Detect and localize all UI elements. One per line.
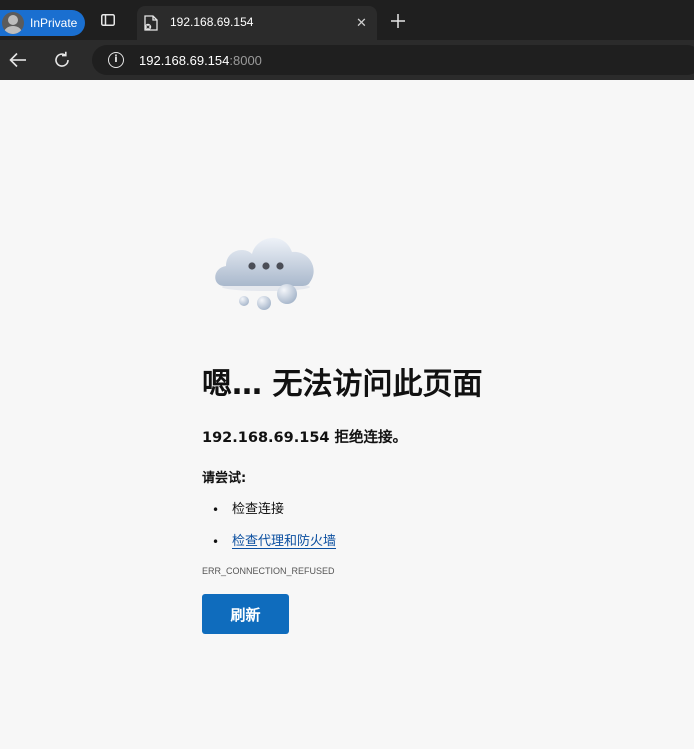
navigation-toolbar: i 192.168.69.154:8000 <box>0 40 694 80</box>
back-arrow-icon[interactable] <box>9 52 27 68</box>
url-host: 192.168.69.154 <box>139 53 230 68</box>
bullet: • <box>212 503 220 517</box>
tab-actions-icon[interactable] <box>101 14 115 26</box>
tab-close-icon[interactable]: ✕ <box>356 17 367 30</box>
error-code: ERR_CONNECTION_REFUSED <box>202 566 335 576</box>
page-title: 嗯… 无法访问此页面 <box>202 367 483 402</box>
url-port: :8000 <box>229 53 262 68</box>
cloud-error-icon <box>215 237 314 310</box>
site-info-icon[interactable]: i <box>108 52 124 68</box>
suggestion-check-connection: 检查连接 <box>232 502 285 517</box>
tab-title: 192.168.69.154 <box>170 15 254 29</box>
error-description: 192.168.69.154 拒绝连接。 <box>202 430 408 446</box>
list-item: • 检查连接 <box>202 500 662 532</box>
bullet: • <box>212 535 220 549</box>
refresh-icon[interactable] <box>53 51 71 69</box>
broken-page-icon <box>144 15 158 31</box>
new-tab-icon[interactable] <box>390 13 406 29</box>
error-content: 嗯… 无法访问此页面 192.168.69.154 拒绝连接。 请尝试: • 检… <box>202 360 662 634</box>
list-item: • 检查代理和防火墙 <box>202 532 662 564</box>
refresh-button[interactable]: 刷新 <box>202 594 289 634</box>
suggestions-heading: 请尝试: <box>202 471 247 486</box>
profile-avatar-icon <box>2 12 24 34</box>
suggestions-list: • 检查连接 • 检查代理和防火墙 <box>202 500 662 564</box>
tab-active[interactable]: 192.168.69.154 ✕ <box>137 6 377 40</box>
address-url[interactable]: 192.168.69.154:8000 <box>139 53 262 68</box>
address-bar[interactable]: i 192.168.69.154:8000 <box>92 45 694 75</box>
inprivate-badge[interactable]: InPrivate <box>0 10 85 36</box>
inprivate-label: InPrivate <box>30 16 78 30</box>
suggestion-proxy-firewall-link[interactable]: 检查代理和防火墙 <box>232 534 336 549</box>
tab-strip: InPrivate 192.168.69.154 ✕ <box>0 0 694 40</box>
